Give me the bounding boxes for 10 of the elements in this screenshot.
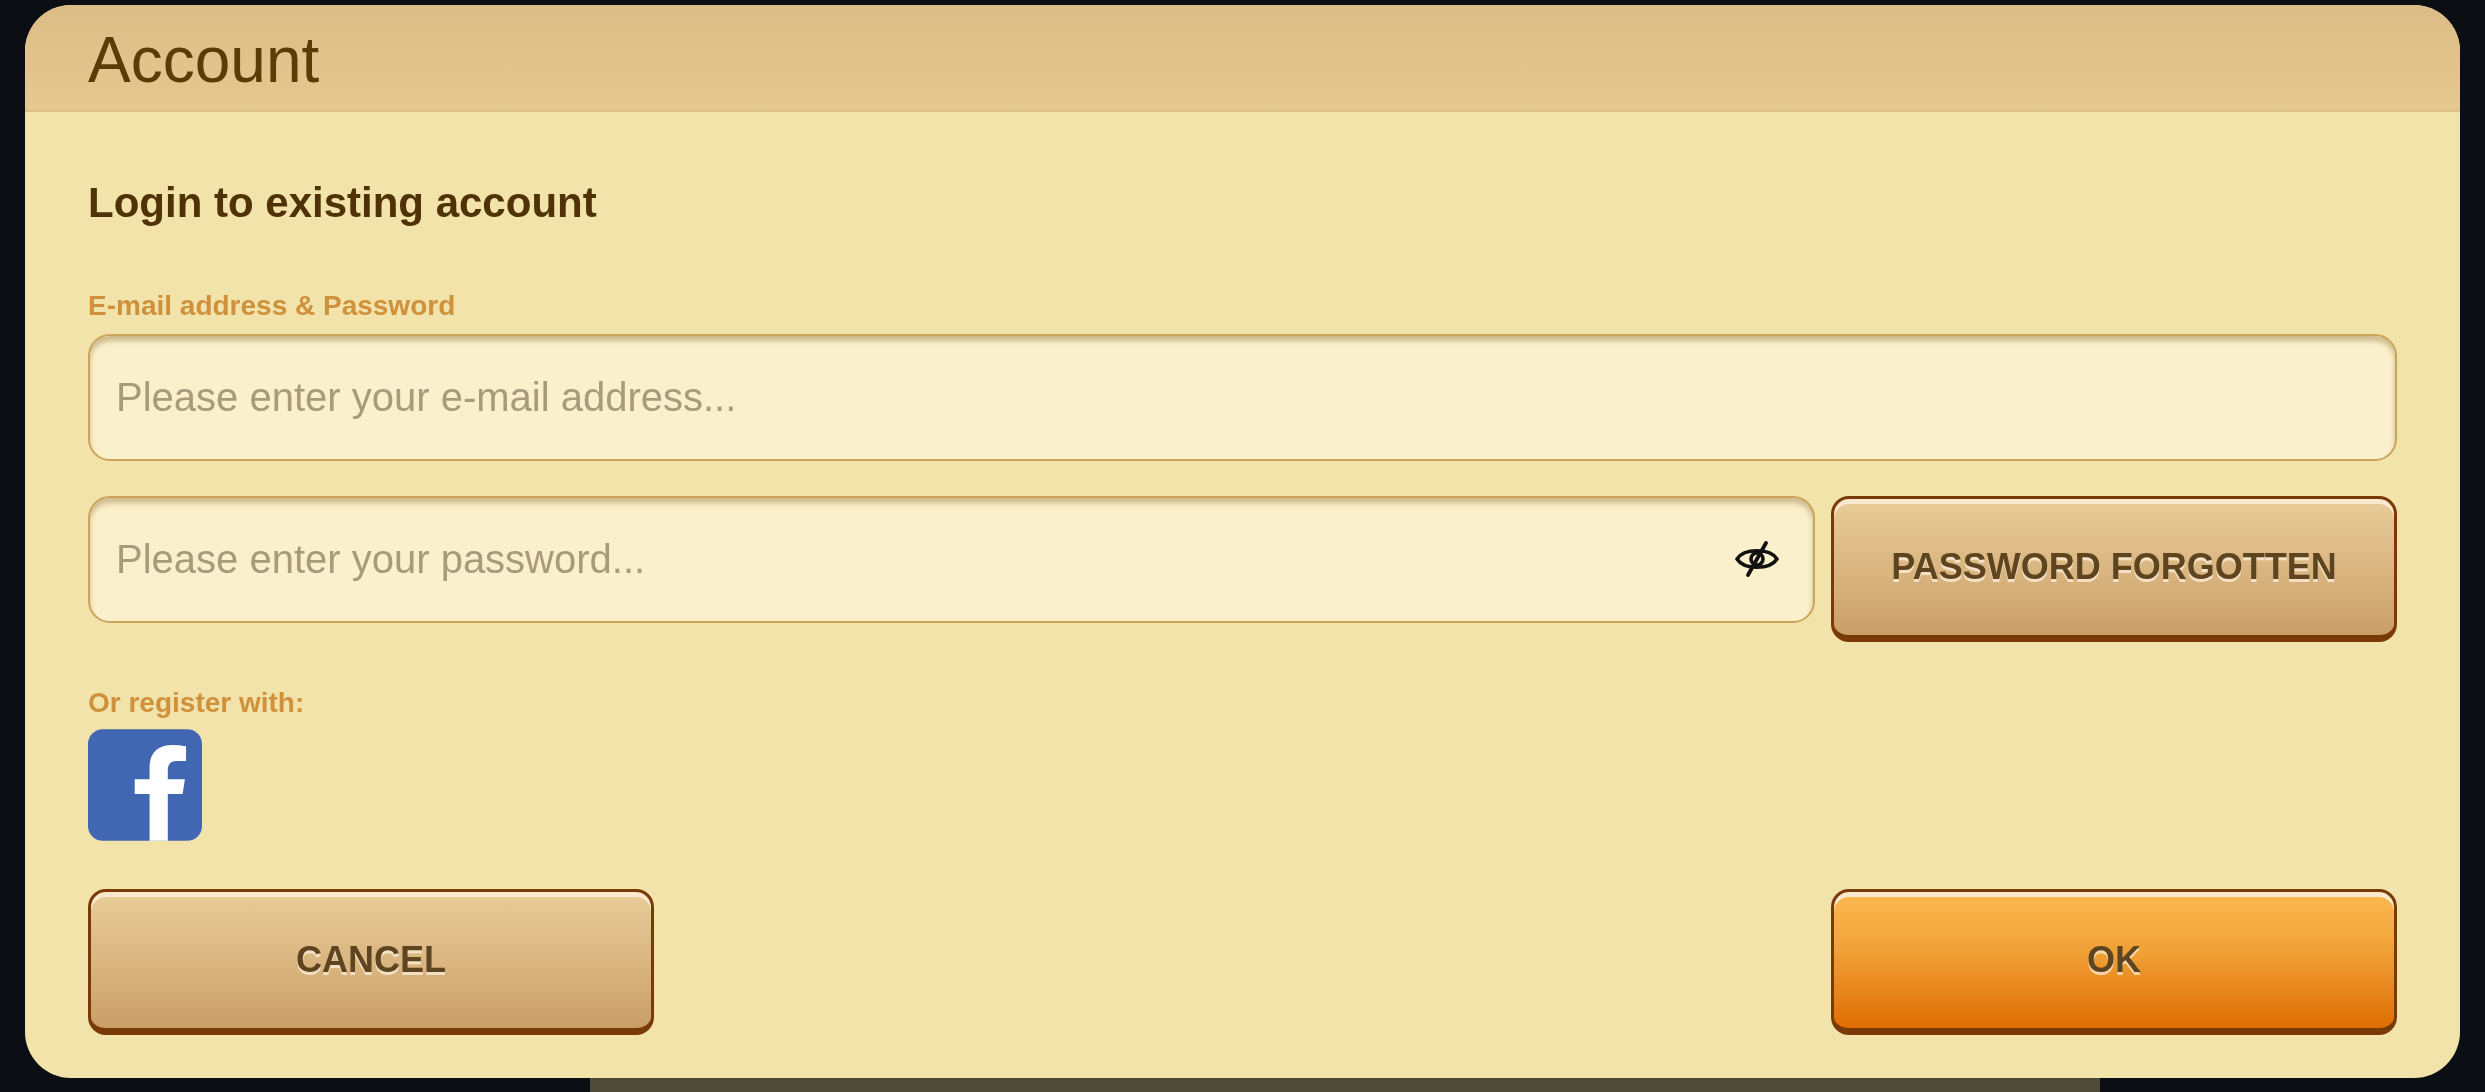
password-field[interactable]: Please enter your password... <box>88 496 1815 623</box>
cancel-button[interactable]: CANCEL <box>88 889 654 1035</box>
password-forgotten-button[interactable]: PASSWORD FORGOTTEN <box>1831 496 2397 642</box>
email-field[interactable]: Please enter your e-mail address... <box>88 334 2397 461</box>
section-heading: Login to existing account <box>88 178 597 228</box>
credentials-label: E-mail address & Password <box>88 289 456 323</box>
facebook-icon[interactable] <box>88 729 202 841</box>
confirm-button[interactable]: OK <box>1831 889 2397 1035</box>
register-label: Or register with: <box>88 686 305 720</box>
dialog-title: Account <box>88 27 320 92</box>
